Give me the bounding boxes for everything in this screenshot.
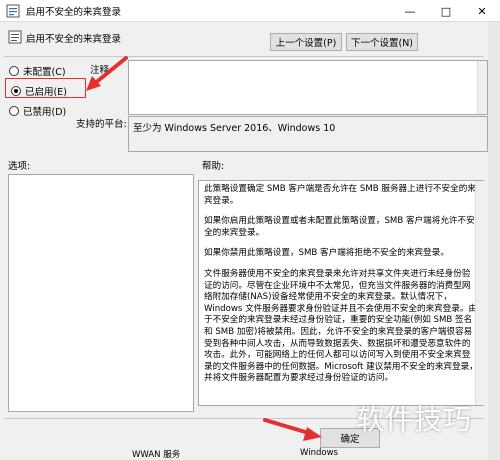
watermark-text: 软件技巧 — [356, 403, 473, 436]
next-setting-button[interactable]: 下一个设置(N) — [346, 33, 418, 51]
close-button[interactable]: ✕ — [464, 0, 500, 22]
help-paragraph: 此策略设置确定 SMB 客户端是否允许在 SMB 服务器上进行不安全的来宾登录。 — [204, 184, 476, 206]
minimize-button[interactable]: — — [392, 0, 428, 22]
annotation-highlight-box — [5, 78, 86, 98]
radio-not-configured[interactable]: 未配置(C) — [9, 64, 66, 78]
maximize-button[interactable]: □ — [428, 0, 464, 22]
help-paragraph: 文件服务器使用不安全的来宾登录来允许对共享文件夹进行未经身份验证的访问。尽管在企… — [204, 268, 478, 384]
prev-setting-button[interactable]: 上一个设置(P) — [270, 33, 342, 51]
comment-scrollbar[interactable] — [477, 61, 487, 114]
options-section-label: 选项: — [8, 161, 31, 172]
help-paragraph: 如果你启用此策略设置或者未配置此策略设置，SMB 客户端将允许不安全的来宾登录。 — [204, 216, 475, 238]
background-list-item: Windows — [300, 448, 338, 458]
supported-platform-field: 至少为 Windows Server 2016、Windows 10 — [128, 116, 488, 152]
policy-setting-icon — [8, 30, 22, 44]
options-pane — [8, 174, 194, 412]
comment-label: 注释: — [90, 65, 113, 76]
policy-app-icon — [6, 4, 20, 18]
background-list-item: WWAN 服务 — [132, 450, 181, 460]
help-scrollbar[interactable] — [475, 181, 484, 405]
radio-disabled-circle[interactable] — [9, 106, 19, 116]
help-section-label: 帮助: — [202, 161, 225, 172]
supported-platform-label: 支持的平台: — [76, 119, 127, 130]
background-window-edge — [488, 22, 500, 460]
radio-not-configured-label: 未配置(C) — [23, 67, 66, 78]
title-bar: 启用不安全的来宾登录 — □ ✕ — [0, 0, 500, 22]
header-separator — [4, 56, 484, 57]
radio-not-configured-circle[interactable] — [9, 66, 19, 76]
comment-field[interactable] — [128, 60, 488, 115]
arrow-to-ok-icon — [263, 418, 322, 441]
radio-disabled-label: 已禁用(D) — [23, 107, 67, 118]
help-paragraph: 如果你禁用此策略设置，SMB 客户端将拒绝不安全的来宾登录。 — [204, 248, 449, 259]
help-pane: 此策略设置确定 SMB 客户端是否允许在 SMB 服务器上进行不安全的来宾登录。… — [198, 180, 484, 406]
radio-disabled[interactable]: 已禁用(D) — [9, 104, 66, 118]
policy-name: 启用不安全的来宾登录 — [26, 34, 122, 45]
window-title: 启用不安全的来宾登录 — [26, 7, 122, 18]
